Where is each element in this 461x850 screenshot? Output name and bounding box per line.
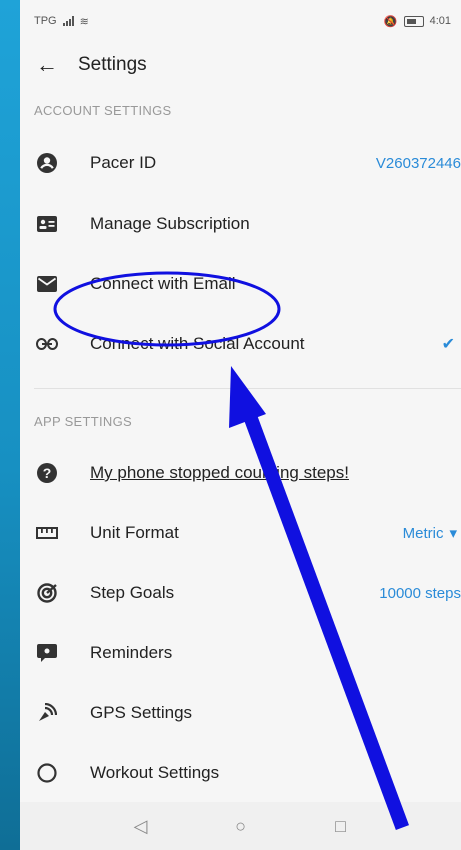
pacer-id-label: Pacer ID <box>90 153 157 172</box>
account-settings-heading: ACCOUNT SETTINGS <box>34 102 172 118</box>
dropdown-arrow-icon[interactable]: ▾ <box>449 524 461 542</box>
stopped-counting-link[interactable]: My phone stopped counting steps! <box>90 463 461 483</box>
nav-back-icon[interactable]: ◁ <box>91 816 191 837</box>
target-icon <box>36 582 58 604</box>
manage-subscription-row[interactable]: Manage Subscription <box>20 194 461 254</box>
phone-screen: TPG ≋ 🔕 4:01 ← Settings ACCOUNT SETTINGS… <box>20 0 461 850</box>
wifi-icon: ≋ <box>79 15 89 28</box>
gps-icon <box>36 702 58 724</box>
unit-format-label: Unit Format <box>90 523 179 542</box>
status-time: 4:01 <box>429 15 451 27</box>
manage-subscription-label: Manage Subscription <box>90 214 250 233</box>
step-goals-row[interactable]: Step Goals 10000 steps <box>20 563 461 623</box>
workout-settings-label: Workout Settings <box>90 763 220 782</box>
page-title: Settings <box>78 54 147 75</box>
help-circle-icon: ? <box>36 462 58 484</box>
system-nav-bar: ◁ ○ □ <box>20 802 461 850</box>
workout-icon <box>36 762 58 784</box>
id-card-icon <box>36 213 58 235</box>
connect-email-row[interactable]: Connect with Email <box>20 254 461 314</box>
step-goals-value: 10000 steps <box>379 584 461 602</box>
pacer-id-value: V260372446 <box>375 154 461 172</box>
ruler-icon <box>36 522 58 544</box>
carrier-label: TPG <box>34 15 57 27</box>
unit-format-row[interactable]: Unit Format Metric ▾ <box>20 503 461 563</box>
pacer-id-row[interactable]: Pacer ID V260372446 <box>20 132 461 194</box>
stopped-counting-row[interactable]: ? My phone stopped counting steps! <box>20 443 461 503</box>
battery-icon <box>403 15 424 27</box>
workout-settings-row[interactable]: Workout Settings <box>20 743 461 803</box>
nav-recents-icon[interactable]: □ <box>291 816 391 837</box>
link-icon <box>36 333 58 355</box>
email-icon <box>36 273 58 295</box>
account-circle-icon <box>36 152 58 174</box>
signal-icon <box>62 16 74 26</box>
connect-email-label: Connect with Email <box>90 274 236 293</box>
gps-settings-label: GPS Settings <box>90 703 193 722</box>
check-icon: ✔ <box>441 336 455 353</box>
reminders-row[interactable]: Reminders <box>20 623 461 683</box>
connect-social-label: Connect with Social Account <box>90 334 305 353</box>
gps-settings-row[interactable]: GPS Settings <box>20 683 461 743</box>
mute-icon: 🔕 <box>383 15 398 28</box>
step-goals-label: Step Goals <box>90 583 175 602</box>
reminder-icon <box>36 642 58 664</box>
reminders-label: Reminders <box>90 643 173 662</box>
section-divider <box>34 388 461 389</box>
app-settings-heading: APP SETTINGS <box>34 413 132 429</box>
svg-text:?: ? <box>43 465 52 481</box>
unit-format-value[interactable]: Metric <box>403 525 450 542</box>
status-bar: TPG ≋ 🔕 4:01 <box>20 0 461 42</box>
arrow-left-icon[interactable]: ← <box>36 52 58 78</box>
nav-home-icon[interactable]: ○ <box>191 816 291 837</box>
app-bar: ← Settings <box>20 42 461 88</box>
connect-social-row[interactable]: Connect with Social Account ✔ <box>20 314 461 374</box>
